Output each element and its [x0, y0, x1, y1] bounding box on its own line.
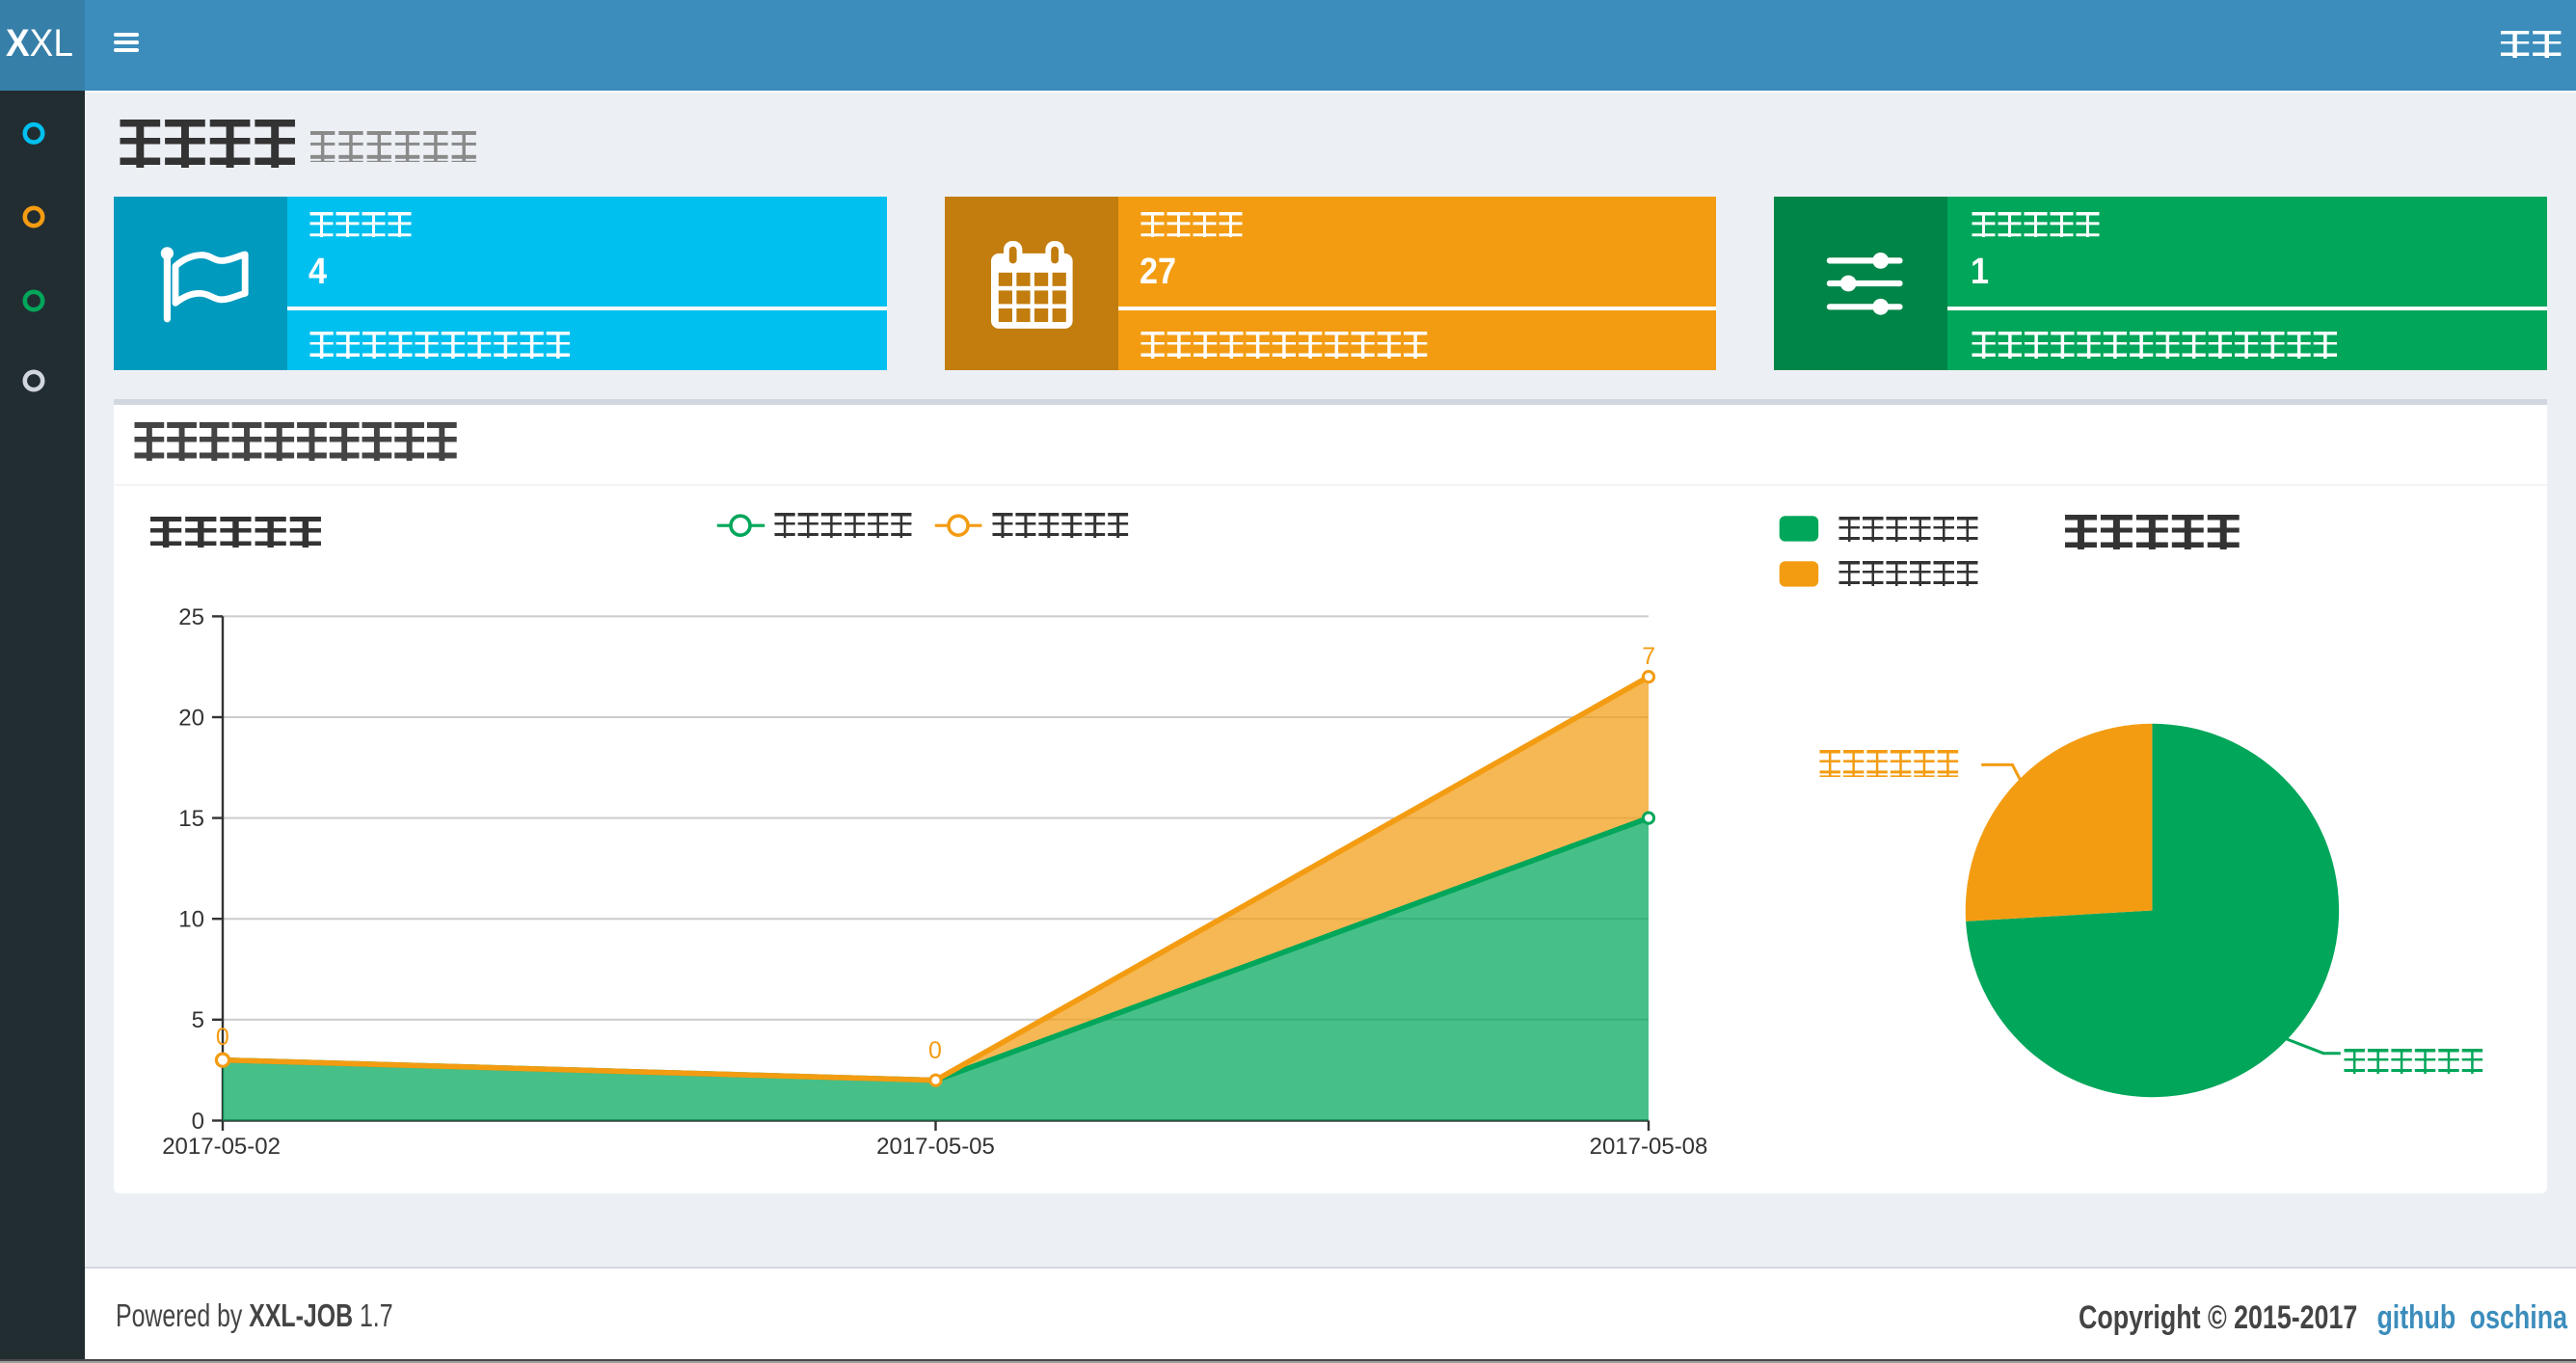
svg-text:0: 0	[216, 1024, 229, 1051]
svg-text:15: 15	[178, 806, 204, 832]
svg-text:5: 5	[192, 1007, 204, 1033]
svg-text:2017-05-05: 2017-05-05	[876, 1134, 995, 1160]
svg-text:10: 10	[178, 907, 204, 933]
svg-text:2017-05-02: 2017-05-02	[162, 1134, 281, 1160]
svg-text:0: 0	[192, 1109, 204, 1135]
svg-text:20: 20	[178, 705, 204, 731]
svg-text:2017-05-08: 2017-05-08	[1590, 1134, 1708, 1160]
svg-text:25: 25	[178, 604, 204, 630]
svg-text:7: 7	[1642, 643, 1655, 670]
svg-text:0: 0	[928, 1037, 942, 1064]
